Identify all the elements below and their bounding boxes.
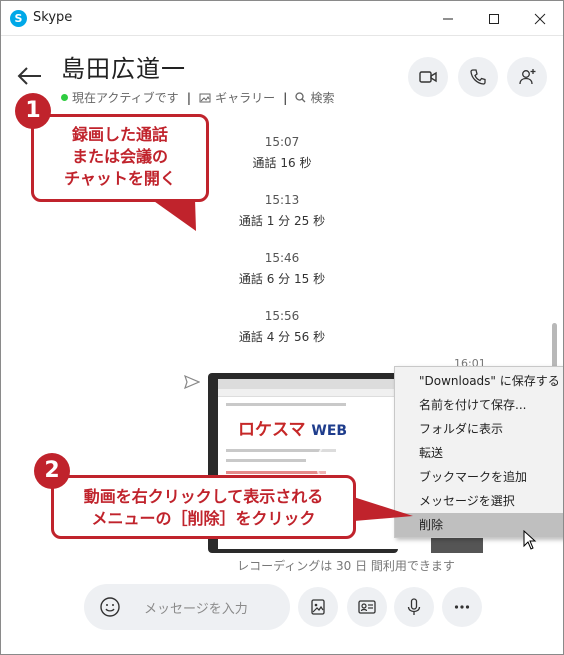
more-options-button[interactable] [442,587,482,627]
skype-window: S Skype 島田広道一 現在アクティブです | ギャラリー | 検索 15:… [0,0,564,655]
call-duration: 通話 1 分 25 秒 [238,214,326,228]
video-call-button[interactable] [408,57,448,97]
gallery-icon [199,93,211,103]
media-button[interactable] [298,587,338,627]
message-time: 15:56 [264,309,300,323]
message-time: 15:13 [264,193,300,207]
minimize-icon [443,18,453,19]
context-menu: "Downloads" に保存する 名前を付けて保存... フォルダに表示 転送… [394,366,563,538]
back-arrow-icon[interactable] [17,67,43,85]
audio-call-button[interactable] [458,57,498,97]
contact-name: 島田広道一 [61,55,186,83]
recording-availability-note: レコーディングは 30 日 間利用できます [237,559,455,573]
voice-message-button[interactable] [394,587,434,627]
call-duration: 通話 16 秒 [252,156,312,170]
close-icon [534,13,546,24]
skype-logo-icon: S [10,10,27,27]
title-bar: S Skype [1,1,563,36]
menu-item-delete[interactable]: 削除 [395,513,563,537]
media-gallery-icon [311,599,325,615]
callout-step-1: 録画した通話 または会議の チャットを開く [31,114,209,202]
status-text: 現在アクティブです [72,91,179,105]
separator: | [283,90,288,105]
message-time: 15:46 [264,251,300,265]
gallery-link[interactable]: ギャラリー [215,89,275,106]
add-person-icon [519,69,536,85]
ellipsis-icon [454,605,470,609]
call-duration: 通話 4 分 56 秒 [238,330,326,344]
emoji-icon[interactable] [99,596,121,618]
active-status-dot [61,94,68,101]
menu-item-save-as[interactable]: 名前を付けて保存... [395,393,563,417]
maximize-button[interactable] [471,1,517,36]
close-button[interactable] [517,1,563,36]
window-title: Skype [33,10,73,25]
contact-card-icon [358,600,376,614]
header-subline: 現在アクティブです | ギャラリー | 検索 [61,89,335,106]
mouse-cursor-icon [523,530,537,550]
call-duration: 通話 6 分 15 秒 [238,272,326,286]
message-composer[interactable]: メッセージを入力 [84,584,290,630]
message-time: 15:07 [264,135,300,149]
preview-logo: ロケスマ WEB [238,420,348,440]
video-strip [431,537,483,553]
callout-step-2: 動画を右クリックして表示される メニューの［削除］をクリック [51,475,356,539]
search-icon [295,92,306,103]
search-link[interactable]: 検索 [310,89,334,106]
step-2-badge: 2 [34,453,70,489]
forward-icon[interactable] [184,375,200,389]
message-input[interactable]: メッセージを入力 [144,598,248,617]
menu-item-save-downloads[interactable]: "Downloads" に保存する [395,369,563,393]
minimize-button[interactable] [425,1,471,36]
menu-item-add-bookmark[interactable]: ブックマークを追加 [395,465,563,489]
add-people-button[interactable] [507,57,547,97]
menu-item-select-messages[interactable]: メッセージを選択 [395,489,563,513]
phone-icon [470,69,486,85]
callout-1-pointer [151,199,196,231]
send-contact-button[interactable] [347,587,387,627]
microphone-icon [407,598,421,615]
separator: | [186,90,192,105]
step-1-badge: 1 [15,93,51,129]
menu-item-forward[interactable]: 転送 [395,441,563,465]
menu-item-show-in-folder[interactable]: フォルダに表示 [395,417,563,441]
maximize-icon [489,13,499,24]
video-camera-icon [419,71,437,83]
